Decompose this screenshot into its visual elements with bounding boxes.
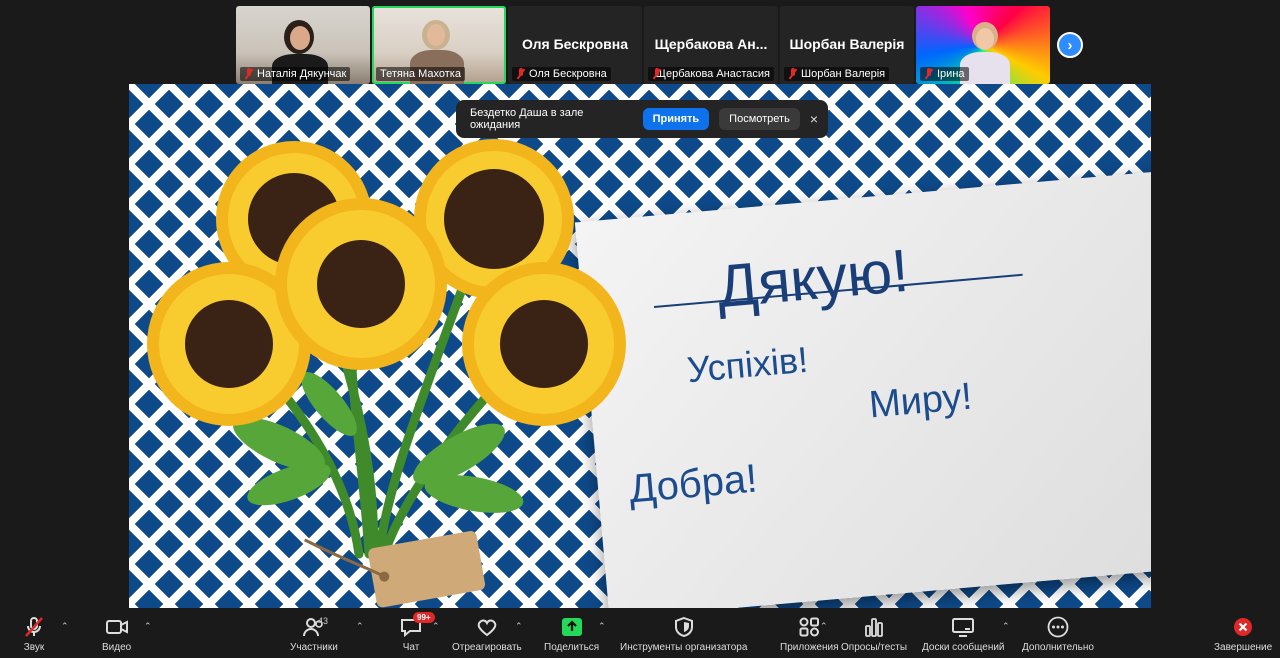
end-meeting-button[interactable]: Завершение	[1214, 616, 1272, 653]
more-button[interactable]: Дополнительно	[1022, 616, 1094, 653]
polls-button[interactable]: Опросы/тесты	[841, 616, 907, 653]
mic-muted-icon	[788, 68, 798, 80]
participant-name: Ірина	[937, 68, 965, 80]
mic-muted-icon	[516, 68, 526, 80]
participant-big-name: Щербакова Ан...	[654, 36, 768, 52]
next-page-button[interactable]: ›	[1057, 32, 1083, 58]
participant-name: Наталія Дякунчак	[257, 68, 347, 80]
sunflower	[275, 198, 447, 370]
participants-label: Участники	[290, 642, 338, 653]
slide-card	[574, 167, 1151, 608]
participant-tile[interactable]: Наталія Дякунчак	[236, 6, 370, 84]
host-tools-label: Инструменты организатора	[620, 642, 748, 653]
participant-name: Шорбан Валерія	[801, 68, 886, 80]
close-icon[interactable]: ×	[810, 111, 818, 127]
accept-button[interactable]: Принять	[642, 108, 710, 130]
participant-name-label: Ірина	[920, 67, 969, 81]
audio-label: Звук	[23, 642, 45, 653]
view-button[interactable]: Посмотреть	[719, 108, 800, 130]
share-arrow-icon	[561, 618, 582, 636]
participant-name-label: Тетяна Махотка	[376, 67, 465, 81]
participant-name: Щербакова Анастасия	[655, 68, 770, 80]
whiteboards-button[interactable]: Доски сообщений	[922, 616, 1005, 653]
chat-label: Чат	[402, 642, 420, 653]
participant-name-label: Оля Бескровна	[512, 67, 611, 81]
more-label: Дополнительно	[1022, 642, 1094, 653]
apps-label: Приложения	[780, 642, 839, 653]
participant-face	[290, 26, 310, 50]
meeting-toolbar: Звук ⌃ Видео ⌃ 43 Участники ⌃ 99+ Чат ⌃ …	[0, 608, 1280, 658]
ellipsis-icon	[1047, 616, 1069, 638]
participant-name: Тетяна Махотка	[380, 68, 461, 80]
close-circle-icon	[1234, 618, 1253, 636]
apps-button[interactable]: Приложения	[780, 616, 839, 653]
chevron-up-icon[interactable]: ⌃	[598, 621, 606, 632]
chevron-up-icon[interactable]: ⌃	[1002, 621, 1010, 632]
chevron-up-icon[interactable]: ⌃	[432, 621, 440, 632]
participant-big-name: Оля Бескровна	[521, 36, 629, 52]
chat-button[interactable]: 99+ Чат	[399, 612, 435, 653]
end-label: Завершение	[1214, 642, 1273, 653]
heart-icon	[477, 619, 497, 637]
mic-muted-icon	[25, 617, 43, 637]
bar-chart-icon	[865, 618, 883, 637]
sunflower	[462, 262, 626, 426]
react-button[interactable]: Отреагировать	[452, 616, 522, 653]
participant-name: Оля Бескровна	[529, 68, 607, 80]
shield-icon	[674, 616, 693, 638]
participant-name-label: Шорбан Валерія	[784, 67, 890, 81]
participant-face	[427, 24, 445, 46]
participant-tile[interactable]: Шорбан Валерія Шорбан Валерія	[780, 6, 914, 84]
participants-count: 43	[318, 616, 329, 626]
participant-tile[interactable]: Ірина	[916, 6, 1050, 84]
apps-icon	[799, 617, 820, 637]
participant-big-name: Шорбан Валерія	[789, 36, 905, 52]
mic-muted-icon	[652, 68, 657, 80]
slide-line-peace: Миру!	[867, 375, 974, 427]
chevron-up-icon[interactable]: ⌃	[61, 621, 69, 632]
whiteboards-label: Доски сообщений	[922, 642, 1005, 653]
react-label: Отреагировать	[452, 642, 522, 653]
video-label: Видео	[102, 642, 132, 653]
polls-label: Опросы/тесты	[841, 642, 908, 653]
share-button[interactable]: Поделиться	[544, 616, 599, 653]
host-tools-button[interactable]: Инструменты организатора	[620, 616, 747, 653]
mic-muted-icon	[244, 68, 254, 80]
chevron-up-icon[interactable]: ⌃	[356, 621, 364, 632]
participant-name-label: Наталія Дякунчак	[240, 67, 351, 81]
participant-name-label: Щербакова Анастасия	[648, 67, 774, 81]
chevron-up-icon[interactable]: ⌃	[820, 621, 828, 632]
camera-icon	[105, 620, 128, 634]
waiting-room-banner: Бездетко Даша в зале ожидания Принять По…	[456, 100, 828, 138]
participants-button[interactable]: 43 Участники	[290, 616, 338, 653]
waiting-room-message: Бездетко Даша в зале ожидания	[470, 107, 584, 131]
chevron-right-icon: ›	[1067, 36, 1073, 54]
participant-face	[976, 28, 994, 50]
chevron-up-icon[interactable]: ⌃	[144, 621, 152, 632]
chevron-up-icon[interactable]: ⌃	[515, 621, 523, 632]
participant-tile-active-speaker[interactable]: Тетяна Махотка	[372, 6, 506, 84]
participant-tile[interactable]: Щербакова Ан... Щербакова Анастасия	[644, 6, 778, 84]
share-label: Поделиться	[544, 642, 600, 653]
video-button[interactable]: Видео	[102, 616, 131, 653]
participant-strip: Наталія Дякунчак Тетяна Махотка Оля Беск…	[236, 6, 1050, 84]
whiteboard-icon	[952, 618, 975, 637]
sunflower-bouquet-illustration	[147, 139, 626, 608]
shared-screen: Дякую! Успіхів! Миру! Добра!	[129, 84, 1151, 608]
mic-muted-icon	[924, 68, 934, 80]
participant-tile[interactable]: Оля Бескровна Оля Бескровна	[508, 6, 642, 84]
audio-button[interactable]: Звук	[22, 616, 46, 653]
